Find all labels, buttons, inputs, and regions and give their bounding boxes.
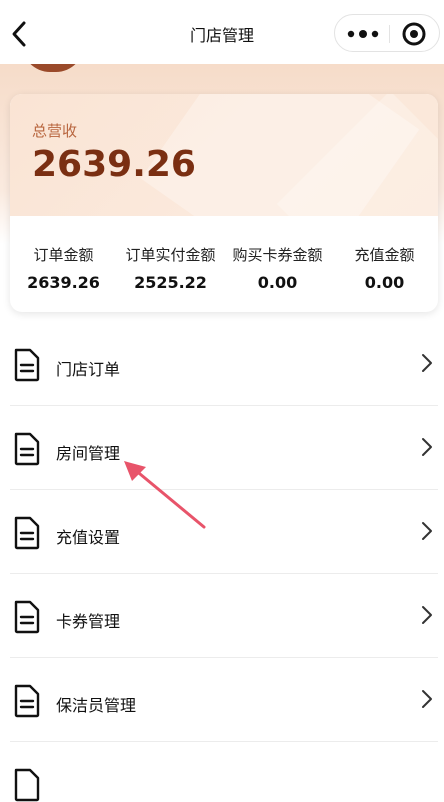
document-icon xyxy=(14,432,40,466)
stat-label: 订单金额 xyxy=(33,246,94,264)
chevron-right-icon xyxy=(422,438,432,456)
document-icon xyxy=(14,684,40,718)
more-dots-icon[interactable] xyxy=(345,21,381,47)
menu-item-partial[interactable] xyxy=(10,742,438,802)
stat-label: 充值金额 xyxy=(354,246,415,264)
menu-item-label: 门店订单 xyxy=(56,360,121,379)
mini-program-capsule xyxy=(334,14,440,52)
chevron-right-icon xyxy=(422,606,432,624)
menu-item-cleaner-management[interactable]: 保洁员管理 xyxy=(10,658,438,742)
menu-item-label: 卡券管理 xyxy=(56,612,121,631)
menu-item-recharge-settings[interactable]: 充值设置 xyxy=(10,490,438,574)
stat-value: 2639.26 xyxy=(27,273,100,292)
chevron-right-icon xyxy=(422,522,432,540)
stat-paid-amount: 订单实付金额 2525.22 xyxy=(117,244,224,292)
stat-order-amount: 订单金额 2639.26 xyxy=(10,244,117,292)
store-menu-list: 门店订单 房间管理 充值设置 卡券管理 保洁员管理 xyxy=(10,322,438,802)
revenue-card: 总营收 2639.26 订单金额 2639.26 订单实付金额 2525.22 … xyxy=(10,94,438,312)
stat-value: 0.00 xyxy=(364,273,405,292)
total-revenue-value: 2639.26 xyxy=(32,144,196,185)
document-icon xyxy=(14,516,40,550)
chevron-right-icon xyxy=(422,690,432,708)
revenue-stats: 订单金额 2639.26 订单实付金额 2525.22 购买卡券金额 0.00 … xyxy=(10,244,438,292)
document-icon xyxy=(14,348,40,382)
menu-item-room-management[interactable]: 房间管理 xyxy=(10,406,438,490)
capsule-divider xyxy=(389,25,390,43)
stat-value: 2525.22 xyxy=(134,273,207,292)
menu-item-store-orders[interactable]: 门店订单 xyxy=(10,322,438,406)
chevron-right-icon xyxy=(422,354,432,372)
stat-value: 0.00 xyxy=(257,273,298,292)
menu-item-label: 房间管理 xyxy=(56,444,121,463)
target-icon[interactable] xyxy=(401,21,427,47)
menu-item-label: 保洁员管理 xyxy=(56,696,137,715)
stat-label: 购买卡券金额 xyxy=(232,246,323,264)
document-icon xyxy=(14,600,40,634)
total-revenue-label: 总营收 xyxy=(32,122,78,140)
stat-label: 订单实付金额 xyxy=(125,246,216,264)
stat-recharge: 充值金额 0.00 xyxy=(331,244,438,292)
revenue-card-header: 总营收 2639.26 xyxy=(10,94,438,216)
menu-item-label: 充值设置 xyxy=(56,528,121,547)
nav-bar: 门店管理 xyxy=(0,0,444,64)
menu-item-card-management[interactable]: 卡券管理 xyxy=(10,574,438,658)
stat-card-purchase: 购买卡券金额 0.00 xyxy=(224,244,331,292)
document-icon xyxy=(14,768,40,802)
